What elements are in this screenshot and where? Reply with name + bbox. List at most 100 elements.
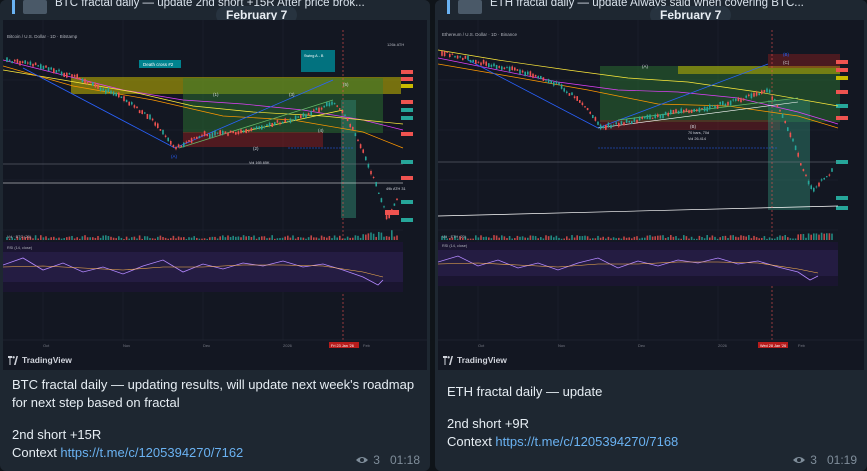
volume-bar bbox=[633, 236, 636, 240]
candle-body bbox=[372, 176, 375, 178]
candle-body bbox=[58, 69, 60, 72]
volume-bar bbox=[636, 236, 638, 240]
reply-preview[interactable]: BTC fractal daily — update 2nd short +15… bbox=[0, 0, 430, 14]
candle-body bbox=[820, 179, 823, 181]
volume-bar bbox=[610, 238, 612, 240]
volume-bar bbox=[344, 238, 346, 240]
candle-body bbox=[333, 102, 336, 105]
volume-bar bbox=[547, 236, 550, 240]
candle-body bbox=[224, 131, 227, 134]
volume-bar bbox=[800, 234, 802, 240]
volume-bar bbox=[136, 238, 138, 240]
volume-bar bbox=[279, 238, 281, 240]
volume-bar bbox=[820, 232, 823, 240]
date-marker: Fri 23 Jan '26 bbox=[331, 344, 354, 348]
volume-bar bbox=[271, 235, 273, 240]
volume-bar bbox=[50, 237, 52, 240]
volume-bar bbox=[263, 236, 266, 240]
candle-body bbox=[625, 118, 628, 123]
volume-bar bbox=[469, 238, 472, 240]
volume-bar bbox=[654, 236, 656, 240]
volume-bar bbox=[573, 237, 576, 240]
candle-body bbox=[636, 119, 638, 123]
volume-bar bbox=[615, 238, 617, 240]
candle-body bbox=[201, 134, 203, 136]
candle-body bbox=[388, 215, 390, 219]
candle-body bbox=[154, 122, 156, 126]
candle-body bbox=[571, 92, 573, 96]
candle-body bbox=[709, 104, 711, 110]
candle-body bbox=[706, 106, 708, 112]
candle-body bbox=[722, 101, 724, 106]
candle-body bbox=[302, 113, 305, 117]
candle-body bbox=[359, 144, 362, 149]
volume-bar bbox=[714, 236, 716, 240]
candle-body bbox=[211, 132, 214, 138]
volume-bar bbox=[646, 235, 649, 240]
context-link[interactable]: https://t.me/c/1205394270/7162 bbox=[60, 445, 243, 460]
candle-body bbox=[339, 108, 341, 110]
candle-body bbox=[261, 125, 263, 130]
volume-bar bbox=[511, 238, 513, 240]
candle-body bbox=[136, 106, 138, 109]
volume-bar bbox=[784, 235, 786, 240]
annotation-bars-info: Vol 165.65K bbox=[249, 161, 270, 165]
volume-bar bbox=[305, 238, 307, 240]
candle-body bbox=[620, 121, 623, 125]
volume-bar bbox=[592, 238, 594, 240]
candle-body bbox=[292, 119, 294, 121]
candle-body bbox=[362, 149, 364, 153]
volume-bar bbox=[159, 235, 162, 240]
volume-bar bbox=[201, 238, 203, 240]
volume-bar bbox=[362, 234, 364, 240]
candle-body bbox=[258, 126, 260, 130]
volume-bar bbox=[516, 235, 519, 240]
volume-bar bbox=[99, 237, 102, 240]
candle-body bbox=[318, 107, 320, 113]
candle-body bbox=[227, 132, 229, 136]
view-count: 3 bbox=[810, 453, 817, 467]
chart-image-btc[interactable]: Bitcoin / U.S. Dollar · 1D · Bitstamp 12… bbox=[3, 20, 427, 350]
volume-bar bbox=[214, 236, 216, 240]
tradingview-brand: TradingView bbox=[457, 355, 507, 365]
candle-body bbox=[807, 180, 810, 185]
candle-body bbox=[123, 96, 125, 102]
candle-body bbox=[672, 109, 675, 114]
candle-body bbox=[724, 103, 727, 106]
candle-body bbox=[589, 111, 591, 114]
candle-body bbox=[357, 139, 359, 141]
candle-body bbox=[446, 51, 448, 53]
candle-body bbox=[125, 99, 128, 103]
volume-bar bbox=[248, 235, 250, 240]
volume-bar bbox=[94, 237, 97, 240]
volume-bar bbox=[372, 233, 375, 240]
candle-body bbox=[638, 116, 641, 121]
volume-bar bbox=[60, 238, 63, 240]
candle-body bbox=[646, 114, 649, 120]
chart-image-eth[interactable]: Ethereum / U.S. Dollar · 1D · Binance (A… bbox=[438, 20, 864, 350]
candle-body bbox=[456, 55, 459, 59]
candle-body bbox=[573, 96, 576, 99]
candle-body bbox=[240, 129, 242, 134]
volume-bar bbox=[503, 236, 506, 240]
candle-body bbox=[693, 108, 695, 112]
volume-bar bbox=[651, 236, 654, 240]
candle-body bbox=[276, 120, 279, 123]
candle-body bbox=[307, 112, 310, 116]
candle-body bbox=[740, 98, 742, 103]
volume-bar bbox=[86, 237, 89, 240]
volume-bar bbox=[151, 238, 154, 240]
volume-bar bbox=[365, 234, 367, 240]
tradingview-footer: TradingView bbox=[438, 350, 864, 370]
context-link[interactable]: https://t.me/c/1205394270/7168 bbox=[495, 434, 678, 449]
candle-body bbox=[805, 174, 807, 177]
message-post-eth[interactable]: ETH fractal daily — update Always said w… bbox=[435, 0, 867, 471]
candle-body bbox=[579, 100, 581, 103]
candle-body bbox=[55, 70, 58, 73]
volume-bar bbox=[625, 237, 628, 240]
message-post-btc[interactable]: BTC fractal daily — update 2nd short +15… bbox=[0, 0, 430, 471]
volume-bar bbox=[597, 235, 599, 240]
volume-bar bbox=[92, 237, 94, 240]
candle-body bbox=[443, 51, 446, 57]
candle-body bbox=[667, 112, 669, 117]
